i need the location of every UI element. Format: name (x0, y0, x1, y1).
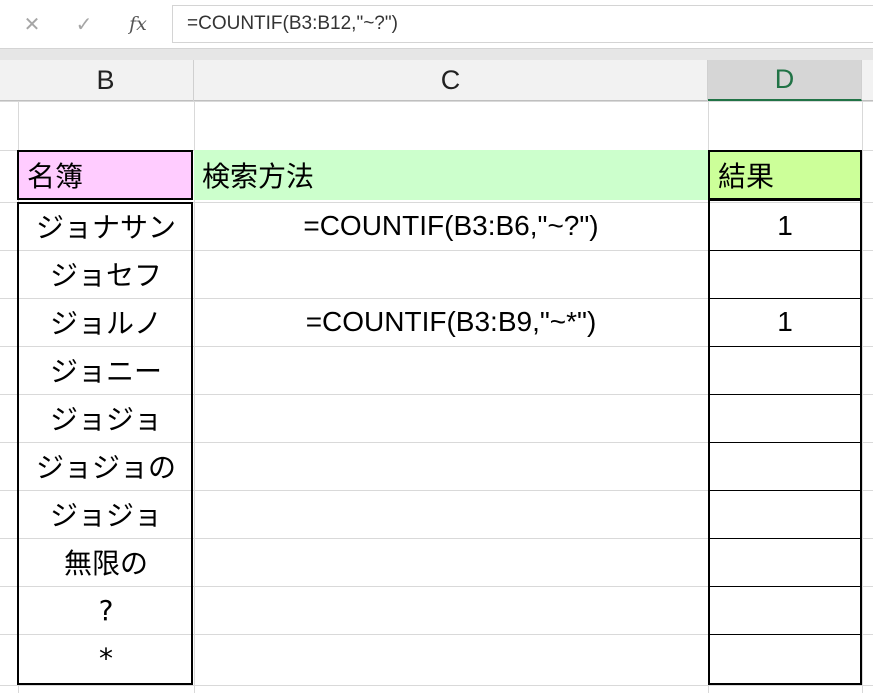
column-header-d[interactable]: D (708, 60, 862, 101)
result-cell[interactable]: 1 (710, 202, 860, 250)
result-row-divider (708, 250, 862, 251)
formula-text: =COUNTIF(B3:B12,"~?") (187, 13, 398, 34)
formula-input[interactable]: =COUNTIF(B3:B12,"~?") (172, 5, 873, 43)
grid-row-line (0, 101, 873, 102)
name-header-cell[interactable]: 名簿 (17, 150, 193, 200)
method-header-cell[interactable]: 検索方法 (194, 150, 708, 200)
name-cell[interactable]: ジョジョの (19, 442, 193, 490)
result-cell[interactable]: 1 (710, 298, 860, 346)
result-cell[interactable] (710, 250, 860, 298)
result-cell[interactable] (710, 586, 860, 634)
result-row-divider (708, 298, 862, 299)
column-header-c[interactable]: C (194, 60, 708, 101)
name-cell[interactable]: ジョニー (19, 346, 193, 394)
result-row-divider (708, 490, 862, 491)
result-cell[interactable] (710, 442, 860, 490)
insert-function-icon[interactable]: fx (120, 8, 156, 40)
name-cell[interactable]: ジョルノ (19, 298, 193, 346)
formula-cell[interactable]: =COUNTIF(B3:B9,"~*") (194, 298, 708, 346)
grid-row-line (0, 685, 873, 686)
result-cell[interactable] (710, 490, 860, 538)
result-row-divider (708, 394, 862, 395)
name-cell[interactable]: * (19, 634, 193, 682)
result-row-divider (708, 586, 862, 587)
name-cell[interactable]: ジョジョ (19, 490, 193, 538)
result-cell[interactable] (710, 634, 860, 682)
result-header-cell[interactable]: 結果 (708, 150, 862, 200)
formula-bar-separator (0, 48, 873, 60)
result-row-divider (708, 346, 862, 347)
name-cell[interactable]: ? (19, 586, 193, 634)
enter-icon[interactable]: ✓ (66, 8, 102, 40)
name-cell[interactable]: 無限の (19, 538, 193, 586)
column-header-b[interactable]: B (18, 60, 194, 101)
result-row-divider (708, 442, 862, 443)
name-cell[interactable]: ジョジョ (19, 394, 193, 442)
formula-cell[interactable]: =COUNTIF(B3:B6,"~?") (194, 202, 708, 250)
result-row-divider (708, 538, 862, 539)
result-row-divider (708, 634, 862, 635)
name-cell[interactable]: ジョセフ (19, 250, 193, 298)
cancel-icon[interactable]: ✕ (14, 8, 50, 40)
formula-cell[interactable] (194, 250, 708, 298)
result-cell[interactable] (710, 346, 860, 394)
result-cell[interactable] (710, 394, 860, 442)
name-cell[interactable]: ジョナサン (19, 202, 193, 250)
grid-col-line (862, 101, 863, 693)
result-cell[interactable] (710, 538, 860, 586)
